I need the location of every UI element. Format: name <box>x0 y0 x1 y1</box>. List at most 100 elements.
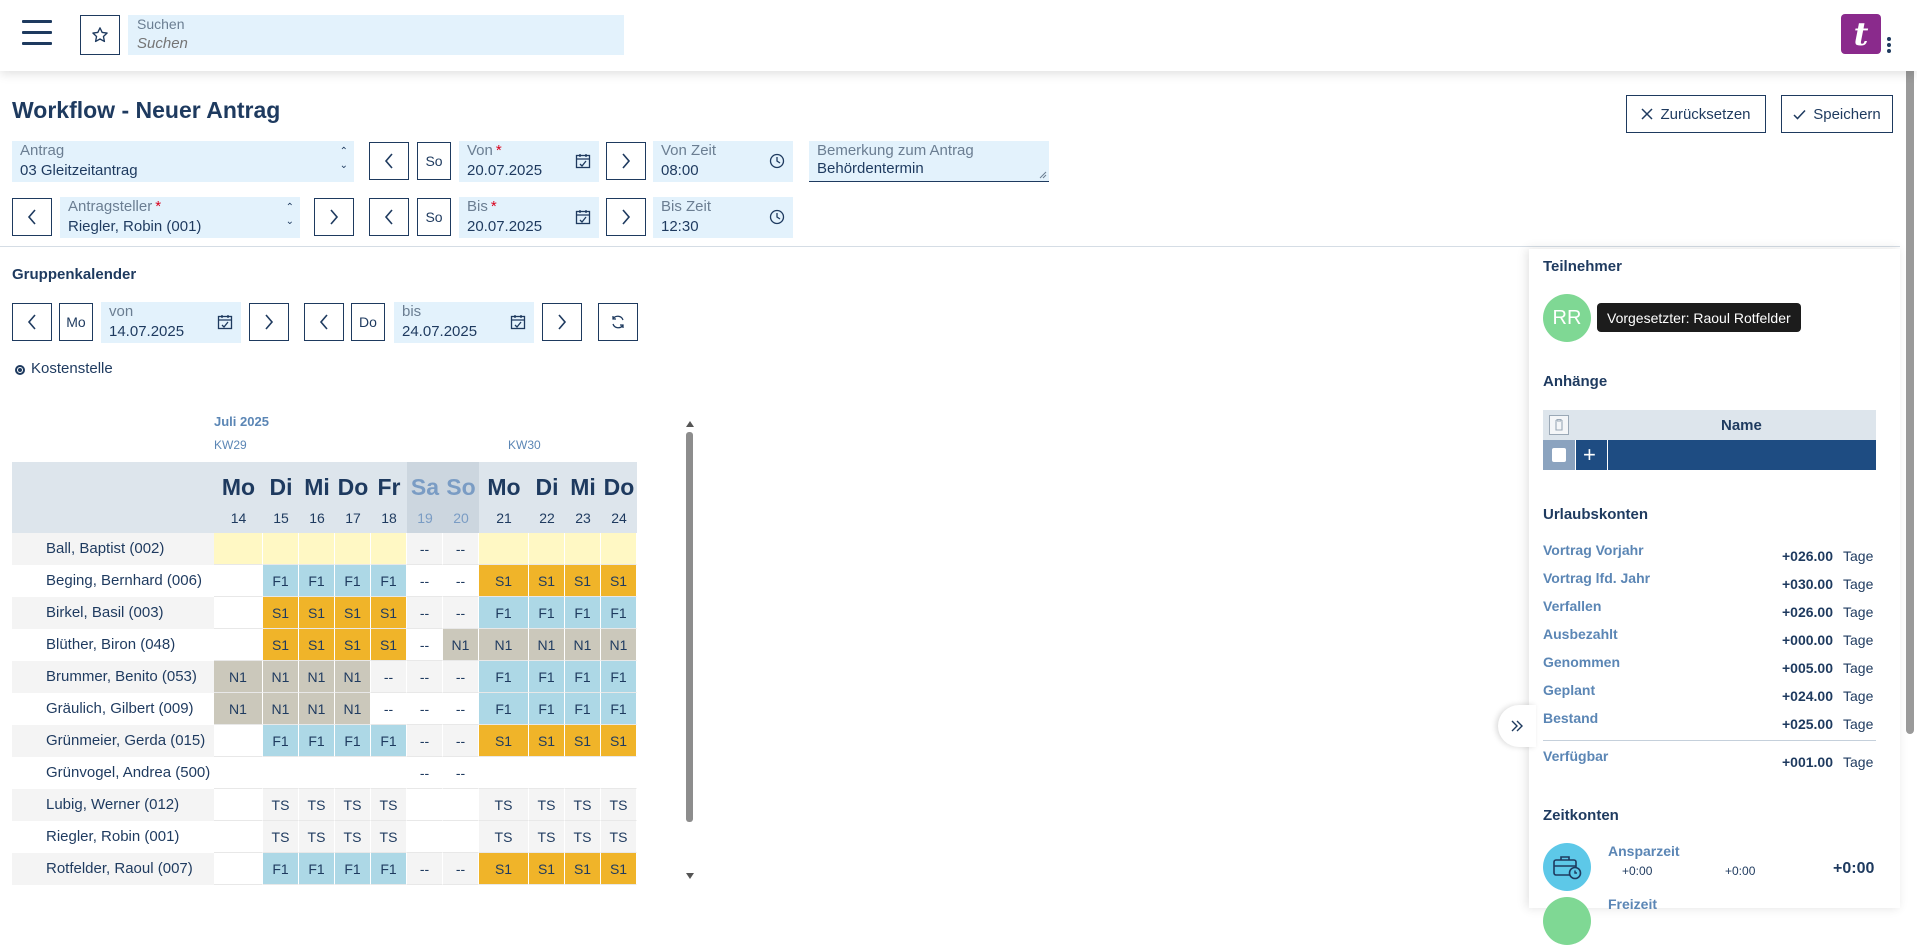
calendar-cell[interactable]: S1 <box>479 725 529 757</box>
bis-date-field[interactable]: Bis * 20.07.2025 <box>459 197 599 238</box>
calendar-cell[interactable]: -- <box>443 565 479 597</box>
panel-toggle-button[interactable] <box>1498 705 1536 747</box>
calendar-cell[interactable] <box>529 757 565 789</box>
calendar-cell[interactable]: -- <box>443 853 479 885</box>
calendar-cell[interactable]: S1 <box>601 565 637 597</box>
calendar-cell[interactable] <box>214 533 263 565</box>
antragsteller-next-button[interactable] <box>314 198 354 236</box>
page-scrollbar[interactable] <box>1906 10 1914 734</box>
von-day-button[interactable]: So <box>417 142 451 180</box>
calendar-cell[interactable]: N1 <box>565 629 601 661</box>
antrag-select[interactable]: Antrag 03 Gleitzeitantrag ⌃ ⌄ <box>12 141 354 182</box>
calendar-cell[interactable]: TS <box>335 789 371 821</box>
employee-name[interactable]: Birkel, Basil (003) <box>46 604 164 621</box>
calendar-cell[interactable]: F1 <box>601 661 637 693</box>
calendar-cell[interactable]: S1 <box>263 629 299 661</box>
calendar-cell[interactable] <box>565 757 601 789</box>
calendar-cell[interactable]: N1 <box>263 661 299 693</box>
calendar-cell[interactable]: S1 <box>371 629 407 661</box>
cal-bis-field[interactable]: bis 24.07.2025 <box>394 302 534 343</box>
calendar-cell[interactable]: N1 <box>529 629 565 661</box>
calendar-cell[interactable]: TS <box>479 789 529 821</box>
calendar-cell[interactable]: -- <box>407 725 443 757</box>
calendar-cell[interactable] <box>299 757 335 789</box>
calendar-cell[interactable]: N1 <box>335 661 371 693</box>
calendar-cell[interactable]: S1 <box>601 853 637 885</box>
calendar-icon[interactable] <box>510 314 526 330</box>
calendar-cell[interactable]: -- <box>371 693 407 725</box>
calendar-cell[interactable]: F1 <box>529 693 565 725</box>
calendar-icon[interactable] <box>575 209 591 225</box>
calendar-cell[interactable]: TS <box>565 789 601 821</box>
bis-zeit-field[interactable]: Bis Zeit 12:30 <box>653 197 793 238</box>
add-attachment-button[interactable]: + <box>1583 442 1596 468</box>
von-date-field[interactable]: Von * 20.07.2025 <box>459 141 599 182</box>
calendar-cell[interactable]: S1 <box>565 565 601 597</box>
calendar-cell[interactable]: -- <box>407 661 443 693</box>
calendar-cell[interactable]: TS <box>299 789 335 821</box>
calendar-cell[interactable]: S1 <box>299 597 335 629</box>
von-prev-button[interactable] <box>369 142 409 180</box>
calendar-cell[interactable] <box>601 757 637 789</box>
calendar-cell[interactable]: F1 <box>335 853 371 885</box>
calendar-cell[interactable]: TS <box>299 821 335 853</box>
calendar-cell[interactable]: -- <box>443 533 479 565</box>
cal-bis-prev-button[interactable] <box>304 303 344 341</box>
employee-name[interactable]: Rotfelder, Raoul (007) <box>46 860 193 877</box>
reset-button[interactable]: Zurücksetzen <box>1626 95 1766 133</box>
calendar-cell[interactable] <box>214 821 263 853</box>
calendar-cell[interactable]: -- <box>443 725 479 757</box>
cal-von-field[interactable]: von 14.07.2025 <box>101 302 241 343</box>
calendar-cell[interactable]: F1 <box>601 597 637 629</box>
favorite-button[interactable] <box>80 15 120 55</box>
calendar-cell[interactable]: S1 <box>565 725 601 757</box>
calendar-cell[interactable] <box>214 565 263 597</box>
calendar-cell[interactable]: N1 <box>214 661 263 693</box>
calendar-cell[interactable] <box>214 853 263 885</box>
avatar[interactable]: RR <box>1543 294 1591 342</box>
bis-prev-button[interactable] <box>369 198 409 236</box>
calendar-cell[interactable] <box>263 533 299 565</box>
calendar-cell[interactable]: TS <box>529 821 565 853</box>
cal-bis-day-button[interactable]: Do <box>351 303 385 341</box>
calendar-cell[interactable]: F1 <box>529 597 565 629</box>
kostenstelle-radio[interactable] <box>15 365 25 375</box>
calendar-cell[interactable]: S1 <box>299 629 335 661</box>
calendar-cell[interactable]: -- <box>407 757 443 789</box>
clock-icon[interactable] <box>769 153 785 169</box>
calendar-cell[interactable]: F1 <box>371 725 407 757</box>
trash-icon[interactable] <box>1549 415 1569 435</box>
calendar-cell[interactable]: TS <box>601 789 637 821</box>
save-button[interactable]: Speichern <box>1781 95 1893 133</box>
calendar-cell[interactable]: F1 <box>263 565 299 597</box>
calendar-cell[interactable]: F1 <box>479 661 529 693</box>
calendar-cell[interactable]: N1 <box>263 693 299 725</box>
calendar-cell[interactable]: TS <box>263 821 299 853</box>
calendar-cell[interactable] <box>299 533 335 565</box>
employee-name[interactable]: Brummer, Benito (053) <box>46 668 197 685</box>
calendar-cell[interactable] <box>214 597 263 629</box>
calendar-scroll-thumb[interactable] <box>686 432 693 822</box>
calendar-cell[interactable]: -- <box>443 661 479 693</box>
attachment-checkbox[interactable] <box>1552 448 1566 462</box>
bis-next-button[interactable] <box>606 198 646 236</box>
calendar-cell[interactable]: F1 <box>601 693 637 725</box>
calendar-cell[interactable]: S1 <box>335 597 371 629</box>
calendar-cell[interactable]: S1 <box>565 853 601 885</box>
calendar-cell[interactable]: S1 <box>263 597 299 629</box>
calendar-cell[interactable]: F1 <box>371 565 407 597</box>
search-input[interactable] <box>137 35 607 52</box>
calendar-cell[interactable] <box>371 533 407 565</box>
cal-bis-next-button[interactable] <box>542 303 582 341</box>
employee-name[interactable]: Grünmeier, Gerda (015) <box>46 732 205 749</box>
calendar-cell[interactable]: S1 <box>479 565 529 597</box>
employee-name[interactable]: Ball, Baptist (002) <box>46 540 164 557</box>
calendar-cell[interactable]: TS <box>601 821 637 853</box>
calendar-cell[interactable]: N1 <box>443 629 479 661</box>
calendar-cell[interactable]: F1 <box>335 565 371 597</box>
calendar-cell[interactable]: F1 <box>479 597 529 629</box>
calendar-cell[interactable] <box>214 629 263 661</box>
employee-name[interactable]: Grünvogel, Andrea (500) <box>46 764 210 781</box>
calendar-icon[interactable] <box>575 153 591 169</box>
calendar-cell[interactable] <box>479 533 529 565</box>
